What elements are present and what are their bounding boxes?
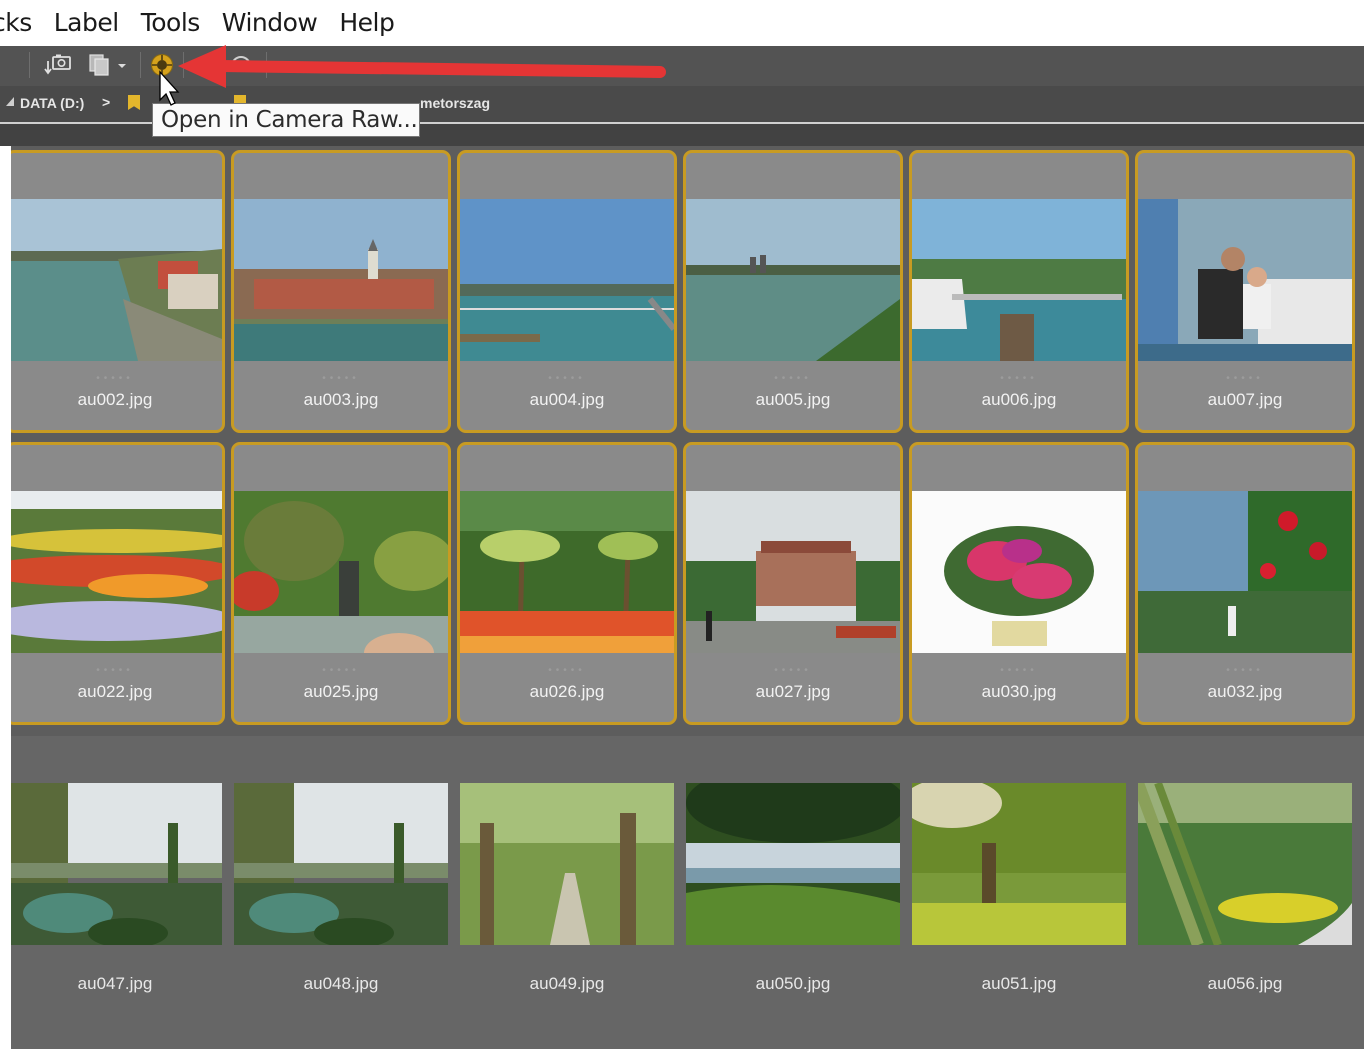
- thumbnail-filename: au025.jpg: [303, 682, 379, 701]
- thumbnail-filename: au051.jpg: [981, 974, 1057, 993]
- thumbnail-card[interactable]: ••••• au007.jpg: [1135, 150, 1355, 433]
- thumbnail-image[interactable]: [11, 199, 222, 361]
- thumbnail-card[interactable]: au050.jpg: [683, 734, 903, 1017]
- thumbnail-filename: au049.jpg: [529, 974, 605, 993]
- toolbar-separator: [29, 52, 30, 78]
- toolbar-separator: [183, 52, 184, 78]
- thumbnail-image[interactable]: [11, 491, 222, 653]
- thumbnail-card[interactable]: au056.jpg: [1135, 734, 1355, 1017]
- menu-window[interactable]: Window: [211, 0, 329, 46]
- thumbnail-image[interactable]: [686, 199, 900, 361]
- rating-dots[interactable]: •••••: [1138, 665, 1352, 676]
- menu-help[interactable]: Help: [328, 0, 405, 46]
- thumbnail-image[interactable]: [912, 491, 1126, 653]
- menu-bar: cks Label Tools Window Help: [0, 0, 1364, 46]
- breadcrumb-folder[interactable]: metorszag: [420, 95, 490, 111]
- toolbar-separator: [266, 52, 267, 78]
- breadcrumb-separator: >: [102, 94, 111, 110]
- thumbnail-image[interactable]: [234, 199, 448, 361]
- copy-files-icon[interactable]: [88, 52, 132, 83]
- thumbnail-image[interactable]: [234, 491, 448, 653]
- thumbnail-card[interactable]: ••••• au006.jpg: [909, 150, 1129, 433]
- thumbnail-filename: au026.jpg: [529, 682, 605, 701]
- thumbnail-filename: au050.jpg: [755, 974, 831, 993]
- rating-dots[interactable]: •••••: [460, 665, 674, 676]
- rating-dots[interactable]: •••••: [912, 373, 1126, 384]
- thumbnail-card[interactable]: au048.jpg: [231, 734, 451, 1017]
- thumbnail-card[interactable]: ••••• au004.jpg: [457, 150, 677, 433]
- menu-tools[interactable]: Tools: [130, 0, 211, 46]
- thumbnail-image[interactable]: [912, 783, 1126, 945]
- thumbnail-card[interactable]: ••••• au027.jpg: [683, 442, 903, 725]
- thumbnail-image[interactable]: [234, 783, 448, 945]
- thumbnail-image[interactable]: [686, 783, 900, 945]
- rating-dots[interactable]: •••••: [234, 665, 448, 676]
- drive-icon: [6, 97, 14, 106]
- thumbnail-filename: au027.jpg: [755, 682, 831, 701]
- thumbnail-card[interactable]: au047.jpg: [11, 734, 225, 1017]
- thumbnail-card[interactable]: au049.jpg: [457, 734, 677, 1017]
- menu-label[interactable]: Label: [43, 0, 130, 46]
- thumbnail-card[interactable]: ••••• au022.jpg: [11, 442, 225, 725]
- thumbnail-filename: au006.jpg: [981, 390, 1057, 409]
- thumbnail-filename: au005.jpg: [755, 390, 831, 409]
- thumbnail-image[interactable]: [460, 783, 674, 945]
- thumbnail-card[interactable]: ••••• au005.jpg: [683, 150, 903, 433]
- thumbnail-card[interactable]: ••••• au025.jpg: [231, 442, 451, 725]
- thumbnail-grid: ••••• au002.jpg ••••• au003.jpg ••••• au004.j…: [11, 146, 1364, 1049]
- rating-dots[interactable]: •••••: [1138, 373, 1352, 384]
- tooltip: Open in Camera Raw...: [152, 103, 420, 137]
- thumbnail-filename: au004.jpg: [529, 390, 605, 409]
- rating-dots[interactable]: •••••: [11, 373, 222, 384]
- thumbnail-image[interactable]: [1138, 199, 1352, 361]
- toolbar: [0, 46, 1364, 86]
- breadcrumb-drive[interactable]: DATA (D:): [20, 95, 84, 111]
- thumbnail-image[interactable]: [912, 199, 1126, 361]
- thumbnail-filename: au007.jpg: [1207, 390, 1283, 409]
- thumbnail-filename: au048.jpg: [303, 974, 379, 993]
- rating-dots[interactable]: •••••: [234, 373, 448, 384]
- rating-dots[interactable]: •••••: [686, 665, 900, 676]
- thumbnail-image[interactable]: [11, 783, 222, 945]
- rating-dots[interactable]: •••••: [686, 373, 900, 384]
- rating-dots[interactable]: •••••: [912, 665, 1126, 676]
- thumbnail-card[interactable]: ••••• au030.jpg: [909, 442, 1129, 725]
- thumbnail-card[interactable]: ••••• au002.jpg: [11, 150, 225, 433]
- thumbnail-filename: au032.jpg: [1207, 682, 1283, 701]
- get-photos-from-camera-icon[interactable]: [44, 52, 74, 83]
- thumbnail-filename: au003.jpg: [303, 390, 379, 409]
- thumbnail-filename: au030.jpg: [981, 682, 1057, 701]
- thumbnail-image[interactable]: [1138, 491, 1352, 653]
- rating-dots[interactable]: •••••: [460, 373, 674, 384]
- thumbnail-image[interactable]: [460, 199, 674, 361]
- thumbnail-image[interactable]: [1138, 783, 1352, 945]
- thumbnail-filename: au056.jpg: [1207, 974, 1283, 993]
- menu-stacks[interactable]: cks: [0, 0, 43, 46]
- thumbnail-card[interactable]: ••••• au032.jpg: [1135, 442, 1355, 725]
- thumbnail-filename: au047.jpg: [77, 974, 153, 993]
- folder-icon: [128, 95, 140, 110]
- rotate-icon[interactable]: [228, 50, 254, 73]
- thumbnail-card[interactable]: ••••• au026.jpg: [457, 442, 677, 725]
- thumbnail-card[interactable]: ••••• au003.jpg: [231, 150, 451, 433]
- thumbnail-filename: au022.jpg: [77, 682, 153, 701]
- open-in-camera-raw-icon[interactable]: [150, 53, 174, 82]
- thumbnail-image[interactable]: [460, 491, 674, 653]
- toolbar-separator: [140, 52, 141, 78]
- thumbnail-image[interactable]: [686, 491, 900, 653]
- thumbnail-filename: au002.jpg: [77, 390, 153, 409]
- rating-dots[interactable]: •••••: [11, 665, 222, 676]
- thumbnail-card[interactable]: au051.jpg: [909, 734, 1129, 1017]
